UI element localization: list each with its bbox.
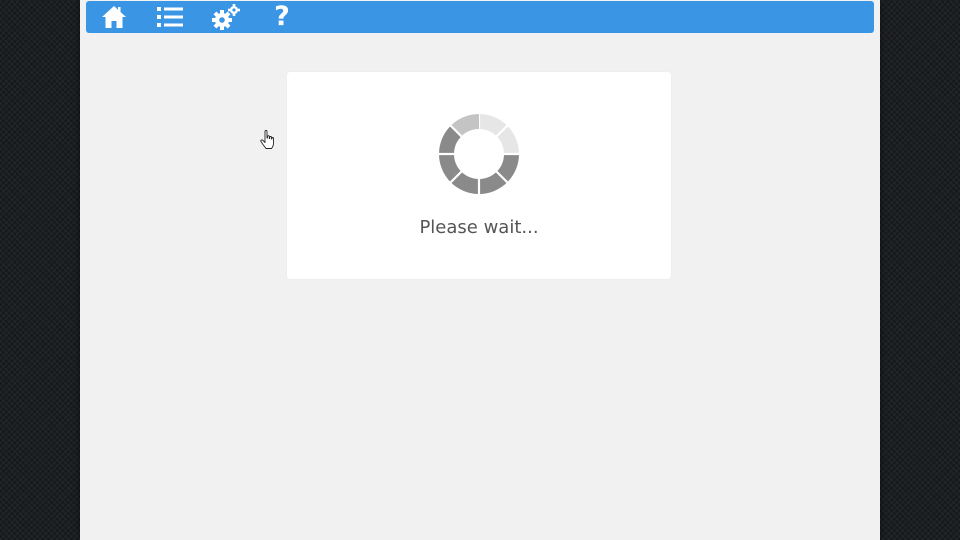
top-toolbar: ? <box>86 1 874 33</box>
gears-icon <box>212 4 240 30</box>
help-button[interactable]: ? <box>254 1 310 33</box>
menu-list-button[interactable] <box>142 1 198 33</box>
loading-spinner-icon <box>438 113 520 195</box>
please-wait-dialog: Please wait... <box>287 72 671 279</box>
please-wait-message: Please wait... <box>419 217 539 238</box>
home-button[interactable] <box>86 1 142 33</box>
list-icon <box>157 6 183 28</box>
settings-button[interactable] <box>198 1 254 33</box>
app-window: ? Please wait... <box>80 0 880 540</box>
home-icon <box>101 5 127 29</box>
hand-pointer-icon <box>260 130 274 149</box>
help-icon: ? <box>274 1 290 32</box>
